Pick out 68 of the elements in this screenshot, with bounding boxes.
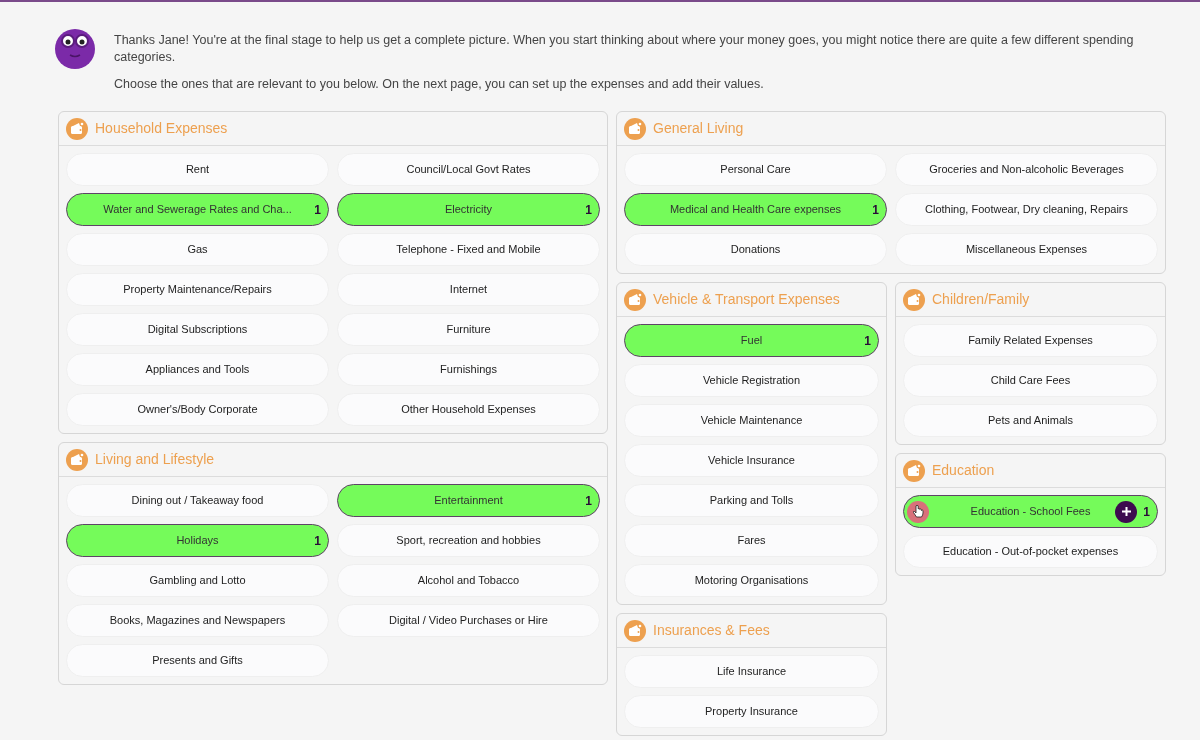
category-button[interactable]: Life Insurance	[624, 655, 879, 688]
panel-title: Vehicle & Transport Expenses	[653, 290, 840, 309]
category-button[interactable]: Digital Subscriptions	[66, 313, 329, 346]
wallet-icon	[624, 288, 646, 311]
count-label: 1	[585, 492, 592, 510]
wallet-icon	[624, 619, 646, 642]
category-button[interactable]: Holidays 1	[66, 524, 329, 557]
add-icon[interactable]	[1115, 500, 1137, 523]
category-button[interactable]: Groceries and Non-alcoholic Beverages	[895, 153, 1158, 186]
category-button[interactable]: Rent	[66, 153, 329, 186]
category-button[interactable]: Sport, recreation and hobbies	[337, 524, 600, 557]
count-label: 1	[872, 201, 879, 219]
category-button[interactable]: Medical and Health Care expenses 1	[624, 193, 887, 226]
category-button[interactable]: Appliances and Tools	[66, 353, 329, 386]
wallet-icon	[903, 459, 925, 482]
category-button[interactable]: Property Insurance	[624, 695, 879, 728]
category-button[interactable]: Books, Magazines and Newspapers	[66, 604, 329, 637]
count-label: 1	[585, 201, 592, 219]
category-button[interactable]: Furnishings	[337, 353, 600, 386]
category-button[interactable]: Telephone - Fixed and Mobile	[337, 233, 600, 266]
category-button[interactable]: Presents and Gifts	[66, 644, 329, 677]
count-label: 1	[314, 532, 321, 550]
category-button[interactable]: Digital / Video Purchases or Hire	[337, 604, 600, 637]
panel-title: Living and Lifestyle	[95, 450, 215, 469]
category-button[interactable]: Education - Out-of-pocket expenses	[903, 535, 1158, 568]
category-button[interactable]: Electricity 1	[337, 193, 600, 226]
wallet-icon	[624, 117, 646, 140]
category-button[interactable]: Donations	[624, 233, 887, 266]
category-button[interactable]: Vehicle Maintenance	[624, 404, 879, 437]
category-button[interactable]: Vehicle Insurance	[624, 444, 879, 477]
category-button[interactable]: Furniture	[337, 313, 600, 346]
count-label: 1	[864, 332, 871, 350]
category-button[interactable]: Motoring Organisations	[624, 564, 879, 597]
intro-text: Choose the ones that are relevant to you below. On the next page, you can set up the expenses and add their values.	[114, 76, 765, 93]
category-button[interactable]: Miscellaneous Expenses	[895, 233, 1158, 266]
category-button[interactable]: Entertainment 1	[337, 484, 600, 517]
category-button[interactable]: Alcohol and Tobacco	[337, 564, 600, 597]
category-button[interactable]: Other Household Expenses	[337, 393, 600, 426]
panel-title: Household Expenses	[95, 119, 228, 138]
category-button[interactable]: Pets and Animals	[903, 404, 1158, 437]
category-button[interactable]: Gas	[66, 233, 329, 266]
category-button[interactable]: Clothing, Footwear, Dry cleaning, Repairs	[895, 193, 1158, 226]
category-button[interactable]: Gambling and Lotto	[66, 564, 329, 597]
category-button[interactable]: Water and Sewerage Rates and Cha... 1	[66, 193, 329, 226]
category-button[interactable]: Dining out / Takeaway food	[66, 484, 329, 517]
category-button[interactable]: Education - School Fees 1	[903, 495, 1158, 528]
wallet-icon	[66, 117, 88, 140]
category-button[interactable]: Fares	[624, 524, 879, 557]
panel-title: Children/Family	[932, 290, 1030, 309]
category-button[interactable]: Vehicle Registration	[624, 364, 879, 397]
category-button[interactable]: Owner's/Body Corporate	[66, 393, 329, 426]
category-button[interactable]: Property Maintenance/Repairs	[66, 273, 329, 306]
category-button[interactable]: Child Care Fees	[903, 364, 1158, 397]
wallet-icon	[66, 448, 88, 471]
panel-title: General Living	[653, 119, 744, 138]
panel-title: Education	[932, 461, 995, 480]
category-button[interactable]: Personal Care	[624, 153, 887, 186]
category-button[interactable]: Council/Local Govt Rates	[337, 153, 600, 186]
panel-title: Insurances & Fees	[653, 621, 770, 640]
avatar-icon	[54, 28, 96, 70]
category-button[interactable]: Internet	[337, 273, 600, 306]
count-label: 1	[1143, 503, 1150, 521]
category-button[interactable]: Parking and Tolls	[624, 484, 879, 517]
intro-text: Thanks Jane! You're at the final stage to help us get a complete picture. When you start thinking about where your money goes, you might notice there are quite a few different spending categories.	[114, 32, 1135, 66]
count-label: 1	[314, 201, 321, 219]
wallet-icon	[903, 288, 925, 311]
category-button[interactable]: Family Related Expenses	[903, 324, 1158, 357]
category-button[interactable]: Fuel 1	[624, 324, 879, 357]
